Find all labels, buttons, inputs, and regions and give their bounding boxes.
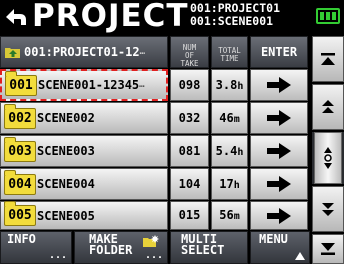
folder-label-line: FOLDER [89,243,133,257]
make-folder-button[interactable]: MAKE FOLDER ... [74,231,168,264]
total-time: 3.8h [211,69,248,101]
folder-row[interactable]: 001 SCENE001-12345… 098 3.8h [0,69,310,101]
folder-icon: 004 [4,169,36,195]
scroll-to-top-icon [321,53,335,65]
folder-up-icon [5,48,20,58]
grip-icon [324,147,332,169]
folder-name-cell[interactable]: 002 SCENE002 [0,102,168,134]
time-value: 46 [219,111,234,125]
folder-icon: 002 [4,103,36,129]
time-unit: m [233,211,240,222]
multi-select-label: MULTI SELECT [181,233,225,257]
folder-icon: 005 [4,201,36,226]
take-header-line: TAKE [180,59,199,68]
total-time: 17h [211,168,248,200]
total-time-header: TOTAL TIME [211,36,248,68]
right-arrow-icon [267,176,291,192]
time-value: 5.4 [215,144,238,158]
enter-button[interactable] [250,69,308,101]
scroll-track[interactable] [312,132,344,184]
time-value: 17 [219,177,234,191]
enter-button[interactable] [250,135,308,167]
total-time: 56m [211,201,248,230]
folder-name: SCENE003 [37,144,95,158]
info-button[interactable]: INFO ... [0,231,72,264]
scroll-up-icon [322,100,334,113]
enter-button[interactable] [250,201,308,230]
right-arrow-icon [267,77,291,93]
folder-icon: 003 [4,136,36,162]
scroll-down-icon [322,203,334,216]
time-unit: h [233,180,240,191]
folder-row[interactable]: 005 SCENE005 015 56m [0,201,310,230]
scrollbar[interactable] [312,36,344,264]
multi-select-button[interactable]: MULTI SELECT [170,231,248,264]
num-of-take-header: NUM OF TAKE [170,36,209,68]
scroll-up-button[interactable] [312,84,344,130]
path-ellipsis: … [139,47,146,57]
time-value: 56 [219,208,234,222]
scroll-to-bottom-button[interactable] [312,234,344,264]
info-label: INFO [7,232,36,246]
time-unit: h [237,147,244,158]
scroll-thumb[interactable] [314,132,342,184]
menu-button[interactable]: MENU [250,231,310,264]
scroll-to-top-button[interactable] [312,36,344,82]
time-value: 3.8 [215,78,238,92]
select-label-line: SELECT [181,243,225,257]
name-ellipsis: … [139,80,145,90]
menu-label: MENU [259,232,288,246]
path-label: 001:PROJECT01-12 [24,45,140,59]
make-folder-label: MAKE FOLDER [89,233,133,257]
page-title: PROJECT [32,0,189,34]
battery-icon [316,8,340,24]
folder-name: SCENE001-12345 [38,78,140,92]
back-arrow-icon[interactable] [4,6,28,28]
time-unit: m [233,114,240,125]
more-dots: ... [48,250,67,261]
folder-name-cell[interactable]: 004 SCENE004 [0,168,168,200]
total-time: 5.4h [211,135,248,167]
folder-row[interactable]: 004 SCENE004 104 17h [0,168,310,200]
folder-name-cell[interactable]: 001 SCENE001-12345… [0,69,168,101]
take-count: 081 [170,135,209,167]
folder-name-cell[interactable]: 003 SCENE003 [0,135,168,167]
enter-button[interactable] [250,168,308,200]
total-time: 46m [211,102,248,134]
current-path: 001:PROJECT01-12… [0,36,168,68]
more-dots: ... [144,250,163,261]
new-folder-icon [143,235,159,247]
menu-up-arrow-icon [295,252,305,260]
title-bar: PROJECT 001:PROJECT01 001:SCENE001 [0,0,344,33]
current-scene: 001:SCENE001 [190,14,274,28]
take-count: 015 [170,201,209,230]
enter-button[interactable] [250,102,308,134]
time-unit: h [237,81,244,92]
scroll-to-bottom-icon [321,243,335,255]
folder-icon: 001 [5,70,37,96]
folder-row[interactable]: 003 SCENE003 081 5.4h [0,135,310,167]
take-count: 032 [170,102,209,134]
right-arrow-icon [267,143,291,159]
take-count: 098 [170,69,209,101]
scroll-down-button[interactable] [312,186,344,232]
folder-name: SCENE005 [37,208,95,223]
right-arrow-icon [267,207,291,224]
enter-header: ENTER [250,36,308,68]
folder-name: SCENE004 [37,177,95,191]
folder-row[interactable]: 002 SCENE002 032 46m [0,102,310,134]
folder-name-cell[interactable]: 005 SCENE005 [0,201,168,230]
right-arrow-icon [267,110,291,126]
take-count: 104 [170,168,209,200]
folder-name: SCENE002 [37,111,95,125]
time-header-line: TIME [220,54,239,63]
